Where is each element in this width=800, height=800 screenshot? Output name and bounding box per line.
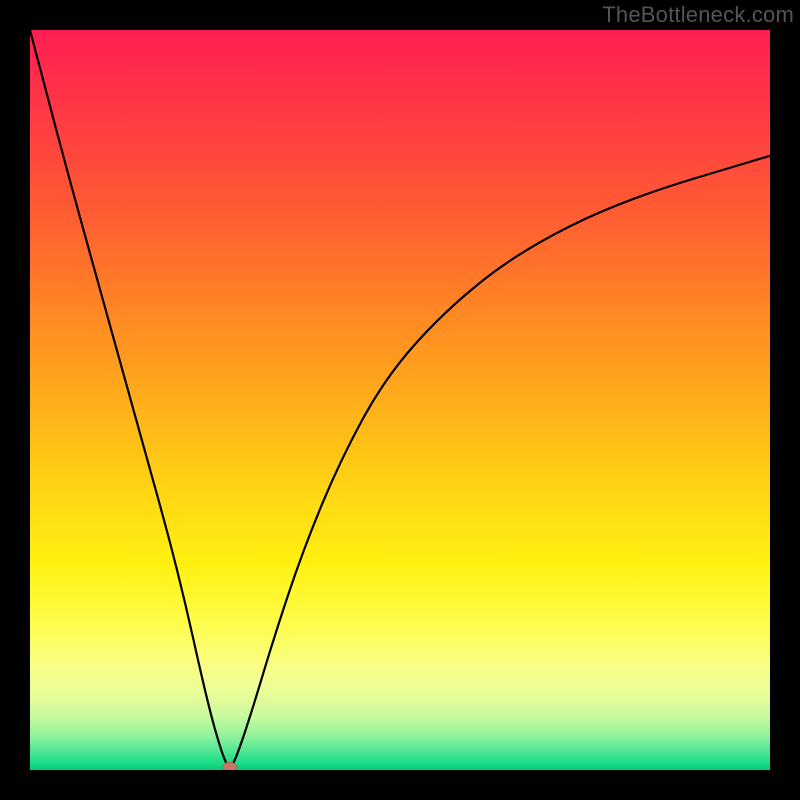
curve-minimum-marker	[223, 762, 237, 770]
bottleneck-curve-svg	[30, 30, 770, 770]
plot-area	[30, 30, 770, 770]
chart-frame: TheBottleneck.com	[0, 0, 800, 800]
bottleneck-curve-path	[30, 30, 770, 766]
watermark-text: TheBottleneck.com	[602, 2, 794, 28]
